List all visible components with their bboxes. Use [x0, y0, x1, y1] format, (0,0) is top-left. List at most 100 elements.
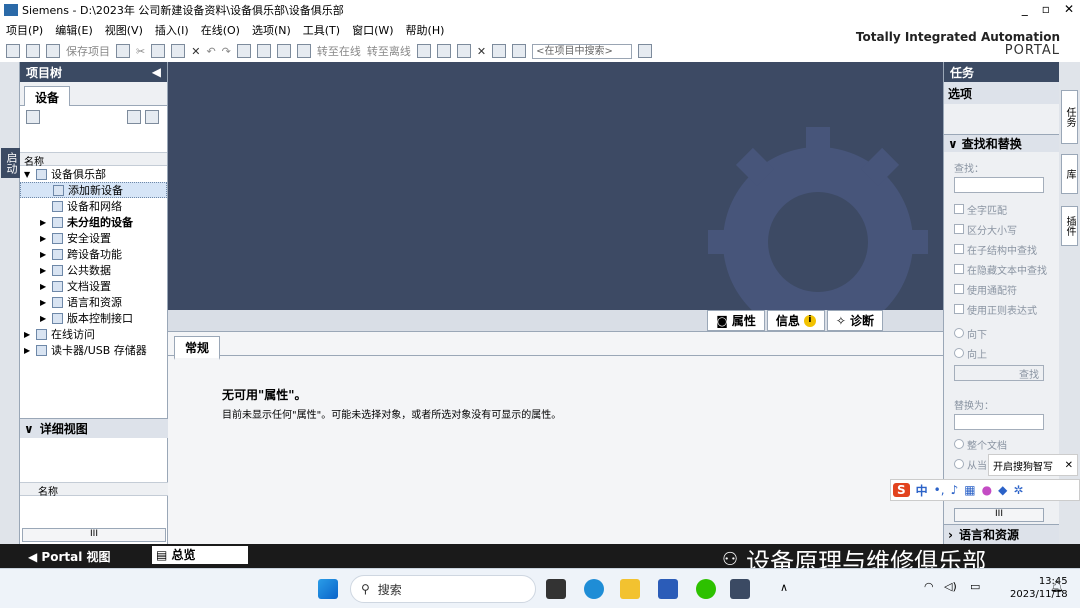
menu-edit[interactable]: 编辑(E): [55, 22, 93, 38]
find-replace-header[interactable]: ∨ 查找和替换: [944, 134, 1059, 152]
tab-devices[interactable]: 设备: [24, 86, 71, 108]
download-icon[interactable]: [256, 44, 271, 58]
menu-tools[interactable]: 工具(T): [303, 22, 340, 38]
wechat-app-icon[interactable]: [696, 579, 716, 599]
expand-arrow-icon[interactable]: ▶: [40, 266, 52, 275]
scope-whole[interactable]: 整个文档: [944, 434, 1059, 454]
portal-view-button[interactable]: ◀ Portal 视图: [28, 548, 111, 565]
radio-down[interactable]: [954, 328, 964, 338]
start-icon[interactable]: [318, 579, 338, 599]
checkbox[interactable]: [954, 224, 964, 234]
punctuation-icon[interactable]: •,: [934, 483, 945, 497]
delete-icon[interactable]: ✕: [191, 45, 200, 58]
redo-icon[interactable]: ↷: [222, 45, 231, 58]
detail-scrollbar[interactable]: III: [22, 528, 166, 542]
tab-plugins[interactable]: 插件: [1061, 206, 1078, 246]
split-horizontal-icon[interactable]: [492, 44, 507, 58]
tab-info[interactable]: 信息 i: [766, 310, 825, 331]
collapse-icon[interactable]: ◀: [152, 65, 161, 79]
direction-down[interactable]: 向下: [944, 323, 1059, 343]
radio-from[interactable]: [954, 459, 964, 469]
find-option[interactable]: 在隐藏文本中查找: [944, 259, 1059, 279]
checkbox[interactable]: [954, 304, 964, 314]
new-project-icon[interactable]: [6, 44, 20, 58]
expand-arrow-icon[interactable]: ▶: [40, 282, 52, 291]
add-icon[interactable]: [145, 110, 159, 124]
tray-overflow-icon[interactable]: ∧: [780, 581, 788, 594]
expand-arrow-icon[interactable]: ▶: [40, 234, 52, 243]
undo-icon[interactable]: ↶: [206, 45, 215, 58]
print-icon[interactable]: [116, 44, 130, 58]
ime-settings-icon[interactable]: ✲: [1013, 483, 1023, 497]
find-button[interactable]: 查找: [954, 365, 1044, 381]
compile-icon[interactable]: [296, 44, 311, 58]
go-online-button[interactable]: 转至在线: [317, 43, 361, 59]
tab-libraries[interactable]: 库: [1061, 154, 1078, 194]
open-project-icon[interactable]: [26, 44, 40, 58]
find-input[interactable]: [954, 177, 1044, 193]
tab-general[interactable]: 常规: [174, 336, 221, 360]
cut-icon[interactable]: ✂: [136, 45, 145, 58]
tree-item[interactable]: ▶ 语言和资源: [20, 294, 167, 310]
skin-icon[interactable]: ●: [982, 483, 992, 497]
table-icon[interactable]: [127, 110, 141, 124]
paste-icon[interactable]: [171, 44, 186, 58]
toolbox-icon[interactable]: ◆: [998, 483, 1007, 497]
tree-item[interactable]: ▼ 设备俱乐部: [20, 166, 167, 182]
expand-arrow-icon[interactable]: ▶: [40, 298, 52, 307]
detail-toggle-icon[interactable]: ∨: [24, 422, 34, 436]
expand-arrow-icon[interactable]: ▼: [24, 170, 36, 179]
ime-mode[interactable]: 中: [916, 482, 928, 499]
edge-icon[interactable]: [584, 579, 604, 599]
stop-cpu-icon[interactable]: [456, 44, 471, 58]
copy-icon[interactable]: [151, 44, 166, 58]
maximize-button[interactable]: ▫: [1042, 2, 1050, 16]
minimize-button[interactable]: _: [1022, 2, 1028, 16]
replace-input[interactable]: [954, 414, 1044, 430]
close-button[interactable]: ✕: [1064, 2, 1074, 16]
cross-ref-icon[interactable]: ✕: [477, 45, 486, 58]
direction-up[interactable]: 向上: [944, 343, 1059, 363]
expand-arrow-icon[interactable]: ▶: [40, 250, 52, 259]
explorer-icon[interactable]: [620, 579, 640, 599]
menu-window[interactable]: 窗口(W): [352, 22, 393, 38]
menu-online[interactable]: 在线(O): [201, 22, 240, 38]
menu-insert[interactable]: 插入(I): [155, 22, 189, 38]
search-icon[interactable]: [638, 44, 653, 58]
accessible-devices-icon[interactable]: [416, 44, 431, 58]
find-option[interactable]: 全字匹配: [944, 199, 1059, 219]
overview-button[interactable]: ▤ 总览: [152, 546, 248, 564]
save-project-button[interactable]: 保存项目: [66, 43, 110, 59]
find-option[interactable]: 使用通配符: [944, 279, 1059, 299]
save-icon[interactable]: [46, 44, 60, 58]
task-view-icon[interactable]: [546, 579, 566, 599]
battery-icon[interactable]: ▭: [970, 580, 980, 593]
tab-diagnostics[interactable]: ✧ 诊断: [826, 310, 883, 331]
radio-up[interactable]: [954, 348, 964, 358]
upload-icon[interactable]: [276, 44, 291, 58]
tree-item[interactable]: ▶ 跨设备功能: [20, 246, 167, 262]
expand-arrow-icon[interactable]: ▶: [40, 218, 52, 227]
tree-item[interactable]: ▶ 版本控制接口: [20, 310, 167, 326]
checkbox[interactable]: [954, 264, 964, 274]
menu-project[interactable]: 项目(P): [6, 22, 43, 38]
expand-arrow-icon[interactable]: ▶: [24, 330, 36, 339]
project-search-input[interactable]: <在项目中搜索>: [532, 43, 633, 59]
start-tab[interactable]: 启动: [1, 148, 21, 178]
tree-item[interactable]: ▶ 公共数据: [20, 262, 167, 278]
detail-view-header[interactable]: ∨ 详细视图: [20, 418, 168, 438]
menu-options[interactable]: 选项(N): [252, 22, 291, 38]
menu-view[interactable]: 视图(V): [105, 22, 143, 38]
find-option[interactable]: 使用正则表达式: [944, 299, 1059, 319]
wifi-icon[interactable]: ◠: [924, 580, 934, 593]
checkbox[interactable]: [954, 204, 964, 214]
tia-portal-icon[interactable]: [730, 579, 750, 599]
split-icon[interactable]: [236, 44, 251, 58]
lang-resources-header[interactable]: › 语言和资源: [944, 524, 1060, 544]
menu-help[interactable]: 帮助(H): [406, 22, 445, 38]
tree-item[interactable]: ▶ 安全设置: [20, 230, 167, 246]
go-offline-button[interactable]: 转至离线: [367, 43, 411, 59]
taskbar-search[interactable]: ⚲ 搜索: [350, 575, 536, 603]
tree-item[interactable]: ▶ 未分组的设备: [20, 214, 167, 230]
mic-icon[interactable]: ♪: [951, 483, 959, 497]
